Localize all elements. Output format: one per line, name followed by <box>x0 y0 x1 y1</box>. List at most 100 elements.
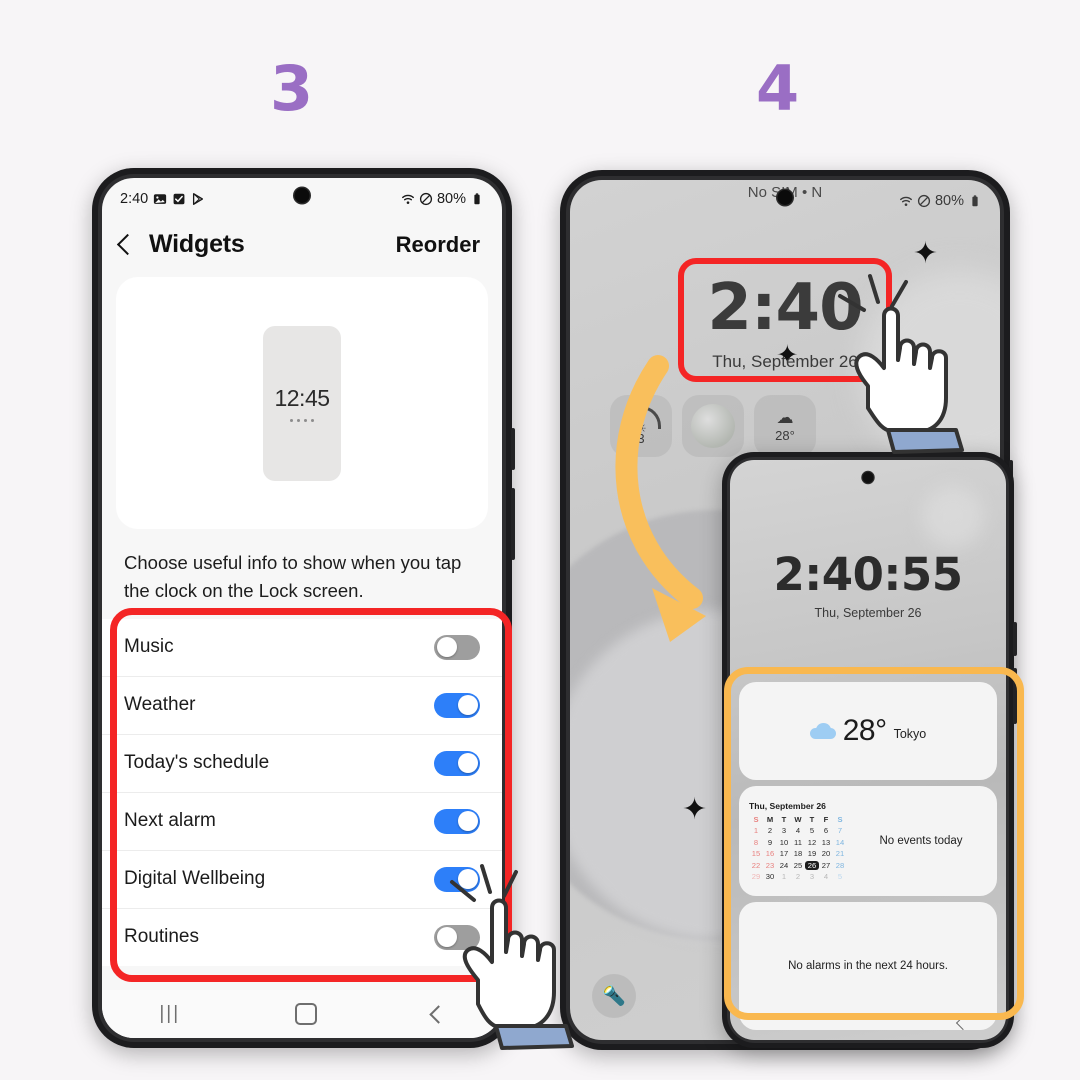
calendar-day: 3 <box>809 872 815 882</box>
weather-widget[interactable]: ☁ 28° <box>754 395 816 457</box>
battery-percent: 80% <box>436 191 466 207</box>
weekday-header: M <box>766 814 774 824</box>
calendar-day: 7 <box>837 826 843 836</box>
phone-left-screen: 2:40 80% Widgets Reorder 12:45 Choose us… <box>102 178 502 1038</box>
sparkle-decoration-icon: ✦ <box>682 793 708 826</box>
calendar-events-text: No events today <box>879 835 963 847</box>
wifi-icon <box>900 196 912 206</box>
list-item[interactable]: Next alarm <box>102 793 502 851</box>
clock-info-widget-stack: 28° Tokyo Thu, September 26 S M T W T F <box>739 682 997 1030</box>
calendar-day: 18 <box>793 849 803 859</box>
setting-label-next-alarm: Next alarm <box>124 810 216 831</box>
lock-screen-clock[interactable]: 2:40 Thu, September 26 <box>570 276 1000 372</box>
image-icon <box>154 194 167 204</box>
side-button-power[interactable] <box>1013 668 1017 724</box>
front-camera-punchhole <box>777 190 793 205</box>
calendar-day: 29 <box>751 872 761 882</box>
side-button-volume[interactable] <box>511 428 515 470</box>
status-time: 2:40 <box>120 191 149 207</box>
calendar-day: 24 <box>779 860 789 870</box>
checkbox-icon <box>173 193 185 205</box>
preview-clock-time-wrap: 12:45 <box>274 380 330 416</box>
weather-temp-value: 28° <box>775 428 795 443</box>
clock-widget-preview[interactable]: 12:45 <box>263 325 341 481</box>
calendar-day: 3 <box>781 826 787 836</box>
calendar-day: 6 <box>823 826 829 836</box>
wifi-icon <box>402 194 414 204</box>
sparkle-decoration-icon: ✦ <box>912 237 938 270</box>
toggle-next-alarm[interactable] <box>434 808 480 834</box>
toggle-routines[interactable] <box>434 924 480 950</box>
sun-icon: ☀ <box>635 421 647 436</box>
calendar-day: 10 <box>779 837 789 847</box>
list-item[interactable]: Routines <box>102 909 502 966</box>
list-item[interactable]: Digital Wellbeing <box>102 851 502 909</box>
side-button-volume[interactable] <box>1013 622 1017 656</box>
list-item[interactable]: Today's schedule <box>102 735 502 793</box>
back-icon[interactable] <box>428 1004 448 1024</box>
battery-percent: 80% <box>934 193 964 209</box>
calendar-day: 21 <box>835 849 845 859</box>
weekday-header: F <box>823 814 829 824</box>
list-item[interactable]: Weather <box>102 677 502 735</box>
recents-icon[interactable]: ||| <box>159 1003 180 1025</box>
toggle-weather[interactable] <box>434 692 480 718</box>
calendar-day: 11 <box>794 837 802 847</box>
widget-preview-card: 12:45 <box>116 277 488 529</box>
weather-info-card[interactable]: 28° Tokyo <box>739 682 997 780</box>
reorder-button[interactable]: Reorder <box>396 232 480 258</box>
mute-icon <box>917 194 931 208</box>
weekday-header: S <box>837 814 843 824</box>
calendar-day: 4 <box>823 872 829 882</box>
calendar-day: 5 <box>837 872 843 882</box>
setting-label-todays-schedule: Today's schedule <box>124 752 270 773</box>
calendar-day: 27 <box>821 860 831 870</box>
weekday-header: W <box>794 814 802 824</box>
expanded-clock-date: Thu, September 26 <box>814 606 922 620</box>
back-chevron-icon[interactable] <box>116 233 139 256</box>
wallpaper-glow <box>922 486 984 548</box>
expanded-clock: 2:40:55 Thu, September 26 <box>730 552 1006 620</box>
setting-label-digital-wellbeing: Digital Wellbeing <box>124 868 266 889</box>
app-bar: Widgets Reorder <box>102 216 502 277</box>
step-number-4: 4 <box>756 52 800 125</box>
alarm-info-card[interactable]: No alarms in the next 24 hours. <box>739 902 997 1030</box>
cloud-icon: ☁ <box>776 408 794 427</box>
moon-phase-widget[interactable] <box>682 395 744 457</box>
status-bar: 2:40 80% <box>102 178 502 216</box>
battery-icon <box>972 195 978 207</box>
app-bar-left: Widgets <box>116 230 245 259</box>
toggle-digital-wellbeing[interactable] <box>434 866 480 892</box>
cloud-icon <box>809 723 836 739</box>
uv-index-widget[interactable]: ☀ 3 <box>610 395 672 457</box>
uv-arc-icon: ☀ <box>621 406 661 435</box>
calendar-day: 12 <box>807 837 817 847</box>
home-icon[interactable] <box>294 1003 317 1025</box>
play-store-icon <box>193 193 204 205</box>
calendar-info-card[interactable]: Thu, September 26 S M T W T F S 1 2 3 4 … <box>739 786 997 896</box>
front-camera-punchhole <box>294 188 310 203</box>
calendar-day: 19 <box>807 849 817 859</box>
toggle-music[interactable] <box>434 634 480 660</box>
front-camera-punchhole <box>862 472 874 483</box>
calendar-day: 16 <box>765 849 775 859</box>
calendar-day: 23 <box>765 860 775 870</box>
calendar-title: Thu, September 26 <box>749 800 826 811</box>
list-item[interactable]: Music <box>102 619 502 677</box>
calendar-day: 14 <box>835 837 845 847</box>
tutorial-canvas: 3 4 2:40 80% Widgets Reorder 12:45 Choos… <box>0 0 1080 1080</box>
calendar-day: 22 <box>751 860 761 870</box>
page-title: Widgets <box>149 230 245 258</box>
calendar-block: Thu, September 26 S M T W T F S 1 2 3 4 … <box>749 801 847 882</box>
weekday-header: T <box>781 814 787 824</box>
setting-label-music: Music <box>124 636 174 657</box>
calendar-day: 13 <box>821 837 831 847</box>
phone-inner-screen: 2:40:55 Thu, September 26 28° Tokyo Thu,… <box>730 460 1006 1040</box>
status-bar-right: 80% <box>899 193 982 209</box>
calendar-day: 28 <box>835 860 845 870</box>
calendar-day: 1 <box>781 872 787 882</box>
helper-text: Choose useful info to show when you tap … <box>124 552 462 601</box>
flashlight-icon[interactable]: 🔦 <box>592 974 636 1018</box>
toggle-todays-schedule[interactable] <box>434 750 480 776</box>
side-button-power[interactable] <box>511 488 515 560</box>
